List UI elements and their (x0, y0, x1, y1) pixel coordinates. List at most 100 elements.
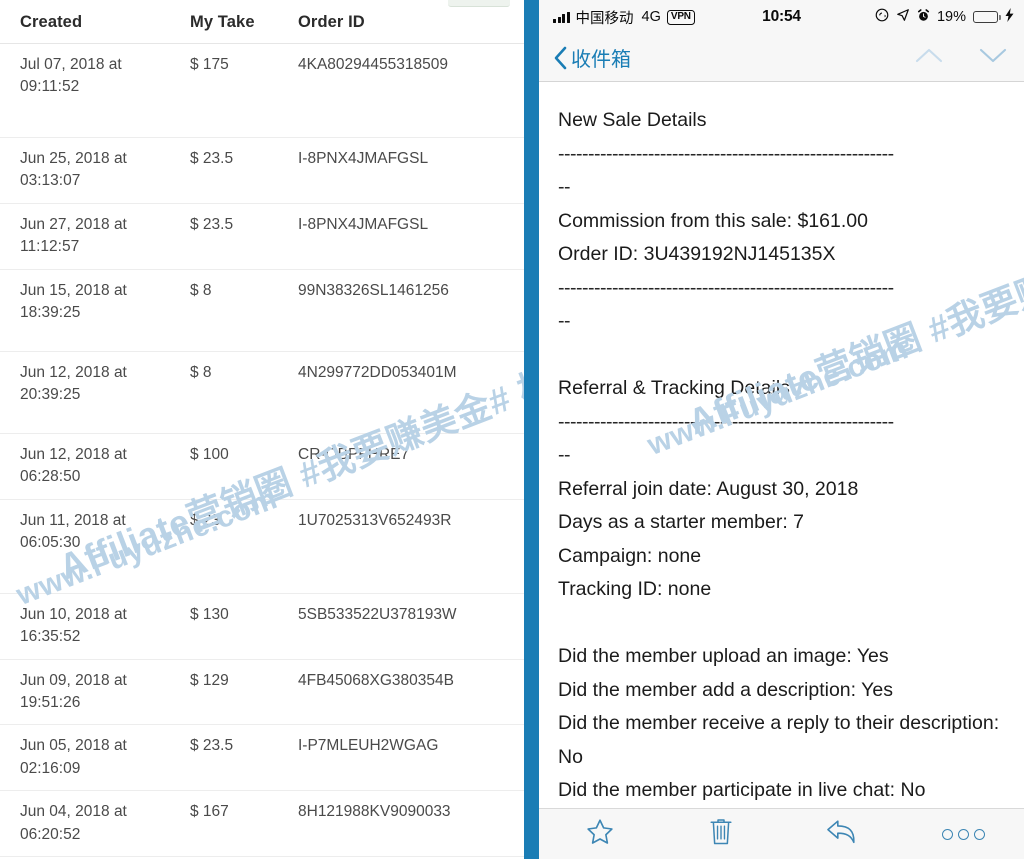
created-date: Jun 10, 2018 at (20, 605, 127, 623)
status-bar: 中国移动 4G VPN 10:54 19% (539, 0, 1024, 34)
cell-order-id: 4FB45068XG380354B (298, 659, 524, 726)
mail-separator-line: ----------------------------------------… (558, 276, 894, 299)
cell-order-id: I-P7MLEUH2WGAG (298, 724, 524, 792)
column-header-created[interactable]: Created (0, 0, 190, 44)
chevron-left-icon (553, 46, 567, 70)
delete-button[interactable] (690, 812, 752, 856)
clipped-top-control (448, 0, 510, 7)
vpn-badge: VPN (666, 9, 695, 25)
table-header-row: Created My Take Order ID (0, 0, 524, 44)
mail-message-body[interactable]: New Sale Details ------------------------… (539, 82, 1024, 858)
battery-percent-label: 19% (936, 9, 966, 25)
battery-icon (973, 11, 1001, 23)
back-button-label: 收件箱 (571, 49, 631, 71)
mail-action-toolbar (539, 808, 1024, 859)
mail-text-line: Did the member participate in live chat:… (558, 779, 926, 801)
mail-text-line: Did the member receive a reply to their … (558, 712, 1005, 768)
cell-created: Jun 12, 2018 at 20:39:25 (0, 351, 190, 434)
network-type-label: 4G (641, 9, 661, 25)
created-date: Jun 12, 2018 at (20, 445, 127, 463)
created-date: Jun 04, 2018 at (20, 803, 127, 821)
cell-order-id: 8H121988KV9090033 (298, 790, 524, 858)
cell-created: Jun 15, 2018 at 18:39:25 (0, 269, 190, 352)
reply-button[interactable] (811, 812, 873, 856)
created-date: Jun 15, 2018 at (20, 281, 127, 299)
cell-my-take: $ 23.5 (190, 724, 298, 792)
cell-my-take: $ 23.5 (190, 203, 298, 270)
table-row[interactable]: Jul 07, 2018 at 09:11:52 $ 175 4KA802944553… (0, 43, 524, 138)
cell-order-id: 99N38326SL1461256 (298, 269, 524, 352)
created-time: 16:35:52 (20, 628, 81, 646)
table-row[interactable]: Jun 25, 2018 at 03:13:07 $ 23.5 I-8PNX4JMAF… (0, 137, 524, 204)
created-date: Jun 11, 2018 at (20, 511, 126, 529)
table-row[interactable]: Jun 05, 2018 at 02:16:09 $ 23.5 I-P7MLEUH2W… (0, 724, 524, 792)
cell-created: Jun 25, 2018 at 03:13:07 (0, 137, 190, 204)
mail-separator-line: ----------------------------------------… (558, 410, 894, 433)
created-time: 09:11:52 (20, 78, 80, 96)
table-row[interactable]: Jun 10, 2018 at 16:35:52 $ 130 5SB533522U37… (0, 593, 524, 660)
created-time: 06:05:30 (20, 534, 81, 552)
ios-mail-panel: 中国移动 4G VPN 10:54 19% 收件箱 New Sale Detai… (539, 0, 1024, 859)
mail-text-line: Referral & Tracking Details (558, 377, 790, 399)
cell-my-take: $ 130 (190, 593, 298, 660)
created-date: Jun 09, 2018 at (20, 671, 127, 689)
created-time: 03:13:07 (20, 172, 81, 190)
cell-created: Jun 27, 2018 at 11:12:57 (0, 203, 190, 270)
mail-text-line: Campaign: none (558, 544, 702, 567)
back-to-inbox-button[interactable]: 收件箱 (553, 43, 631, 72)
mail-text-line: Order ID: 3U439192NJ145135X (558, 243, 836, 265)
created-time: 18:39:25 (20, 304, 81, 322)
cell-my-take: $ 23 (190, 499, 298, 594)
cell-my-take: $ 175 (190, 43, 298, 138)
screenshot-root: Created My Take Order ID Jul 07, 2018 at… (0, 0, 1024, 859)
alarm-clock-icon (917, 8, 930, 26)
flag-button[interactable] (569, 812, 631, 856)
cell-order-id: I-8PNX4JMAFGSL (298, 137, 524, 204)
mail-separator-line: -- (558, 176, 571, 198)
created-time: 19:51:26 (20, 693, 81, 711)
table-row[interactable]: Jun 15, 2018 at 18:39:25 $ 8 99N38326SL1461… (0, 269, 524, 352)
table-row[interactable]: Jun 12, 2018 at 06:28:50 $ 100 CR-OBPFHRE7 (0, 433, 524, 500)
mail-text-line: New Sale Details (558, 109, 707, 131)
cell-created: Jun 12, 2018 at 06:28:50 (0, 433, 190, 500)
cell-order-id: 4N299772DD053401M (298, 351, 524, 434)
cell-order-id: CR-OBPFHRE7 (298, 433, 524, 500)
ellipsis-icon (941, 828, 985, 840)
more-actions-button[interactable] (932, 812, 994, 856)
table-body: Jul 07, 2018 at 09:11:52 $ 175 4KA802944553… (0, 43, 524, 859)
mail-blank-line (558, 339, 1008, 373)
table-row[interactable]: Jun 09, 2018 at 19:51:26 $ 129 4FB45068XG38… (0, 659, 524, 726)
rotation-lock-icon (875, 8, 889, 26)
created-date: Jun 12, 2018 at (20, 363, 127, 381)
next-message-chevron-down-icon[interactable] (978, 46, 1008, 70)
cell-my-take: $ 8 (190, 351, 298, 434)
signal-strength-icon (553, 11, 570, 23)
table-row[interactable]: Jun 27, 2018 at 11:12:57 $ 23.5 I-8PNX4JMAF… (0, 203, 524, 270)
created-time: 02:16:09 (20, 759, 81, 777)
location-arrow-icon (896, 8, 910, 26)
cell-order-id: I-8PNX4JMAFGSL (298, 203, 524, 270)
mail-text-line: Tracking ID: none (558, 578, 712, 600)
created-time: 06:28:50 (20, 468, 81, 486)
message-paging-controls (914, 46, 1008, 70)
status-bar-right: 19% (875, 8, 1014, 26)
table-row[interactable]: Jun 12, 2018 at 20:39:25 $ 8 4N299772DD0534… (0, 351, 524, 434)
reply-arrow-icon (826, 818, 858, 851)
cell-created: Jun 09, 2018 at 19:51:26 (0, 659, 190, 726)
created-date: Jul 07, 2018 at (20, 56, 122, 73)
cell-created: Jun 11, 2018 at 06:05:30 (0, 499, 190, 594)
table-row[interactable]: Jun 04, 2018 at 06:20:52 $ 167 8H121988KV90… (0, 790, 524, 858)
transactions-panel: Created My Take Order ID Jul 07, 2018 at… (0, 0, 524, 859)
created-date: Jun 05, 2018 at (20, 737, 127, 755)
table-header: Created My Take Order ID (0, 0, 524, 44)
transactions-table: Created My Take Order ID Jul 07, 2018 at… (0, 0, 524, 859)
table-row[interactable]: Jun 11, 2018 at 06:05:30 $ 23 1U7025313V652… (0, 499, 524, 594)
mail-text-line: Did the member add a description: Yes (558, 678, 893, 701)
previous-message-chevron-up-icon[interactable] (914, 46, 944, 70)
cell-order-id: 4KA80294455318509 (298, 43, 524, 138)
column-header-my-take[interactable]: My Take (190, 0, 298, 44)
cell-my-take: $ 8 (190, 269, 298, 352)
mail-nav-bar: 收件箱 (539, 34, 1024, 82)
cell-created: Jun 04, 2018 at 06:20:52 (0, 790, 190, 858)
cell-my-take: $ 100 (190, 433, 298, 500)
